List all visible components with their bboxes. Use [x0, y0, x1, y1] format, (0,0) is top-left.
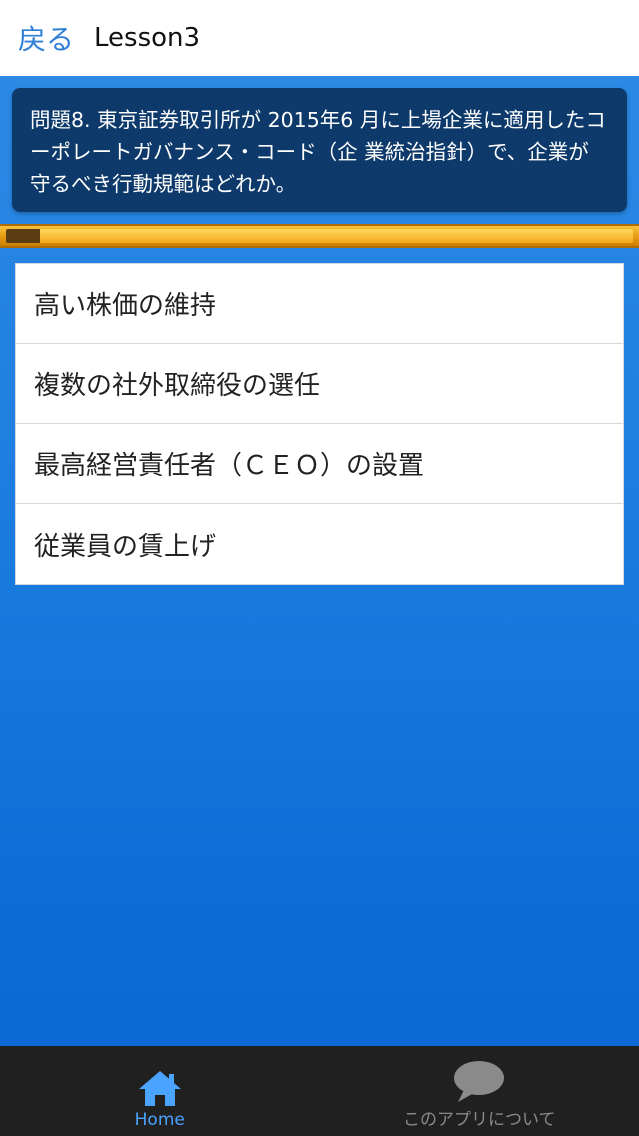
progress-track — [6, 229, 633, 243]
page-title: Lesson3 — [94, 23, 201, 53]
back-button[interactable]: 戻る — [18, 18, 74, 58]
question-panel: 問題8. 東京証券取引所が 2015年6 月に上場企業に適用したコーポレートガバ… — [12, 88, 627, 212]
tab-home-label: Home — [134, 1110, 185, 1130]
answer-label: 高い株価の維持 — [34, 291, 217, 321]
progress-fill — [6, 229, 41, 243]
chat-bubble-icon — [452, 1059, 506, 1103]
answer-option-1[interactable]: 高い株価の維持 — [16, 264, 623, 344]
progress-bar — [0, 224, 639, 248]
answer-label: 従業員の賃上げ — [34, 531, 217, 562]
tab-about-app[interactable]: このアプリについて — [320, 1046, 639, 1136]
question-text: 問題8. 東京証券取引所が 2015年6 月に上場企業に適用したコーポレートガバ… — [30, 108, 606, 196]
answer-option-3[interactable]: 最高経営責任者（ＣＥＯ）の設置 — [16, 424, 623, 504]
answer-label: 最高経営責任者（ＣＥＯ）の設置 — [34, 451, 425, 481]
header-bar: 戻る Lesson3 — [0, 0, 639, 76]
answer-list: 高い株価の維持 複数の社外取締役の選任 最高経営責任者（ＣＥＯ）の設置 従業員の… — [15, 263, 624, 585]
answer-option-4[interactable]: 従業員の賃上げ — [16, 504, 623, 584]
tab-home[interactable]: Home — [0, 1046, 320, 1136]
home-icon — [136, 1068, 184, 1108]
answer-option-2[interactable]: 複数の社外取締役の選任 — [16, 344, 623, 424]
bottom-tab-bar: Home このアプリについて — [0, 1046, 639, 1136]
tab-about-label: このアプリについて — [403, 1110, 556, 1130]
answer-label: 複数の社外取締役の選任 — [34, 371, 321, 401]
